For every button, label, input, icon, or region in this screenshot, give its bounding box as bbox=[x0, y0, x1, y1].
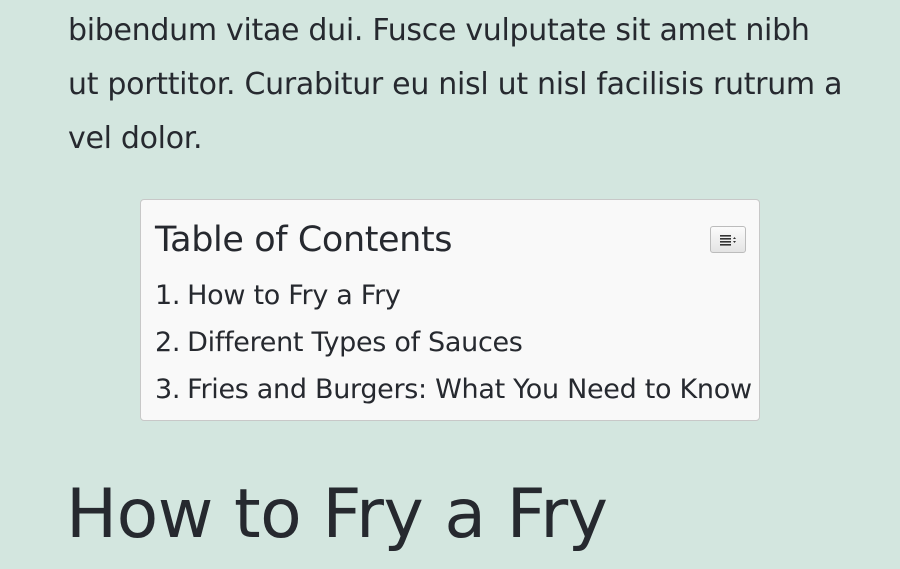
toc-item: 3. Fries and Burgers: What You Need to Kn… bbox=[155, 366, 752, 413]
toc-item-label: Different Types of Sauces bbox=[187, 327, 523, 358]
toc-item-number: 1. bbox=[155, 280, 181, 311]
article-paragraph: bibendum vitae dui. Fusce vulputate sit … bbox=[68, 13, 843, 156]
toc-title: Table of Contents bbox=[155, 220, 453, 260]
toc-item: 1. How to Fry a Fry bbox=[155, 272, 752, 319]
toc-list: 1. How to Fry a Fry 2. Different Types of … bbox=[155, 272, 752, 413]
toc-toggle-button[interactable] bbox=[710, 226, 746, 253]
section-heading: How to Fry a Fry bbox=[66, 475, 608, 554]
toc-link-sauces[interactable]: 2. Different Types of Sauces bbox=[155, 327, 523, 358]
toc-link-fries-burgers[interactable]: 3. Fries and Burgers: What You Need to Kn… bbox=[155, 374, 752, 405]
toc-item: 2. Different Types of Sauces bbox=[155, 319, 752, 366]
toc-item-number: 2. bbox=[155, 327, 181, 358]
table-of-contents: Table of Contents 1. How to Fry a Fry 2. D… bbox=[140, 199, 760, 421]
toc-item-number: 3. bbox=[155, 374, 181, 405]
toc-link-how-to-fry[interactable]: 1. How to Fry a Fry bbox=[155, 280, 401, 311]
toc-item-label: Fries and Burgers: What You Need to Know bbox=[187, 374, 752, 405]
toc-item-label: How to Fry a Fry bbox=[187, 280, 401, 311]
list-toggle-icon bbox=[720, 234, 736, 246]
